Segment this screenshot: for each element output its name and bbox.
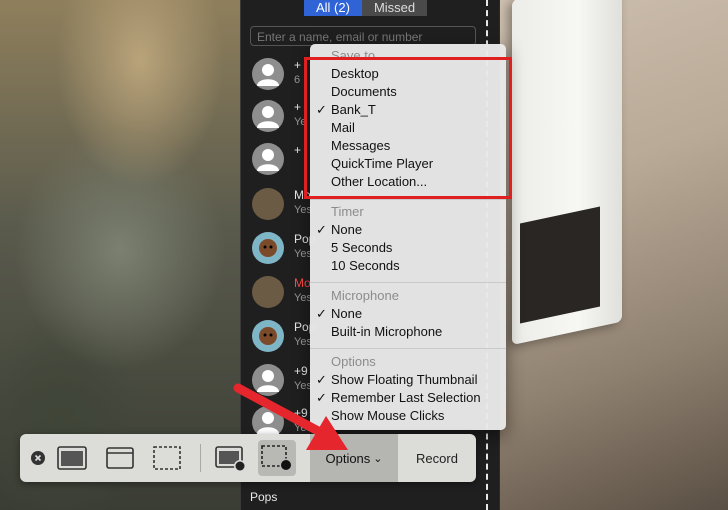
avatar-icon bbox=[252, 100, 284, 132]
contact-name: + bbox=[294, 58, 302, 72]
entire-screen-icon bbox=[57, 446, 87, 470]
capture-entire-screen-button[interactable] bbox=[54, 434, 90, 482]
memoji-avatar-icon bbox=[252, 232, 284, 264]
menu-separator bbox=[310, 199, 506, 200]
record-button[interactable]: Record bbox=[398, 434, 476, 482]
toolbar-separator bbox=[200, 444, 201, 472]
menu-separator bbox=[310, 282, 506, 283]
red-highlight-box bbox=[304, 57, 512, 199]
window-icon bbox=[106, 447, 134, 469]
avatar-icon bbox=[252, 143, 284, 175]
close-icon bbox=[31, 451, 45, 465]
memoji-avatar-icon bbox=[252, 320, 284, 352]
menu-item-timer-none[interactable]: None bbox=[331, 222, 362, 237]
contact-name: + bbox=[294, 100, 302, 114]
menu-separator bbox=[310, 348, 506, 349]
close-button[interactable] bbox=[28, 434, 48, 482]
red-arrow-icon bbox=[233, 383, 348, 450]
checkmark-icon: ✓ bbox=[316, 222, 327, 237]
menu-item-mic-none[interactable]: None bbox=[331, 306, 362, 321]
menu-header-options: Options bbox=[331, 354, 376, 369]
contacts-search-input[interactable]: Enter a name, email or number bbox=[250, 26, 476, 46]
avatar-icon bbox=[252, 58, 284, 90]
contact-name-missed: Mo bbox=[294, 276, 311, 290]
contact-name: + bbox=[294, 143, 302, 157]
selection-icon bbox=[153, 446, 181, 470]
capture-selection-button[interactable] bbox=[150, 434, 184, 482]
menu-item-built-in-microphone[interactable]: Built-in Microphone bbox=[331, 324, 442, 339]
segment-missed[interactable]: Missed bbox=[361, 0, 428, 16]
segment-all[interactable]: All (2) bbox=[304, 0, 362, 16]
menu-header-microphone: Microphone bbox=[331, 288, 399, 303]
capture-window-button[interactable] bbox=[104, 434, 136, 482]
contact-detail: 6 bbox=[294, 74, 301, 86]
menu-item-5-seconds[interactable]: 5 Seconds bbox=[331, 240, 392, 255]
photo-avatar-icon bbox=[252, 188, 284, 220]
chevron-down-icon: ⌄ bbox=[373, 452, 383, 465]
checkmark-icon: ✓ bbox=[316, 306, 327, 321]
menu-item-10-seconds[interactable]: 10 Seconds bbox=[331, 258, 400, 273]
segmented-filter: All (2) Missed bbox=[304, 0, 428, 16]
photo-avatar-icon bbox=[252, 276, 284, 308]
contact-name: +9 bbox=[294, 364, 308, 378]
air-conditioner-vent bbox=[520, 206, 600, 324]
menu-header-timer: Timer bbox=[331, 204, 364, 219]
contact-name-bottom: Pops bbox=[250, 490, 278, 504]
